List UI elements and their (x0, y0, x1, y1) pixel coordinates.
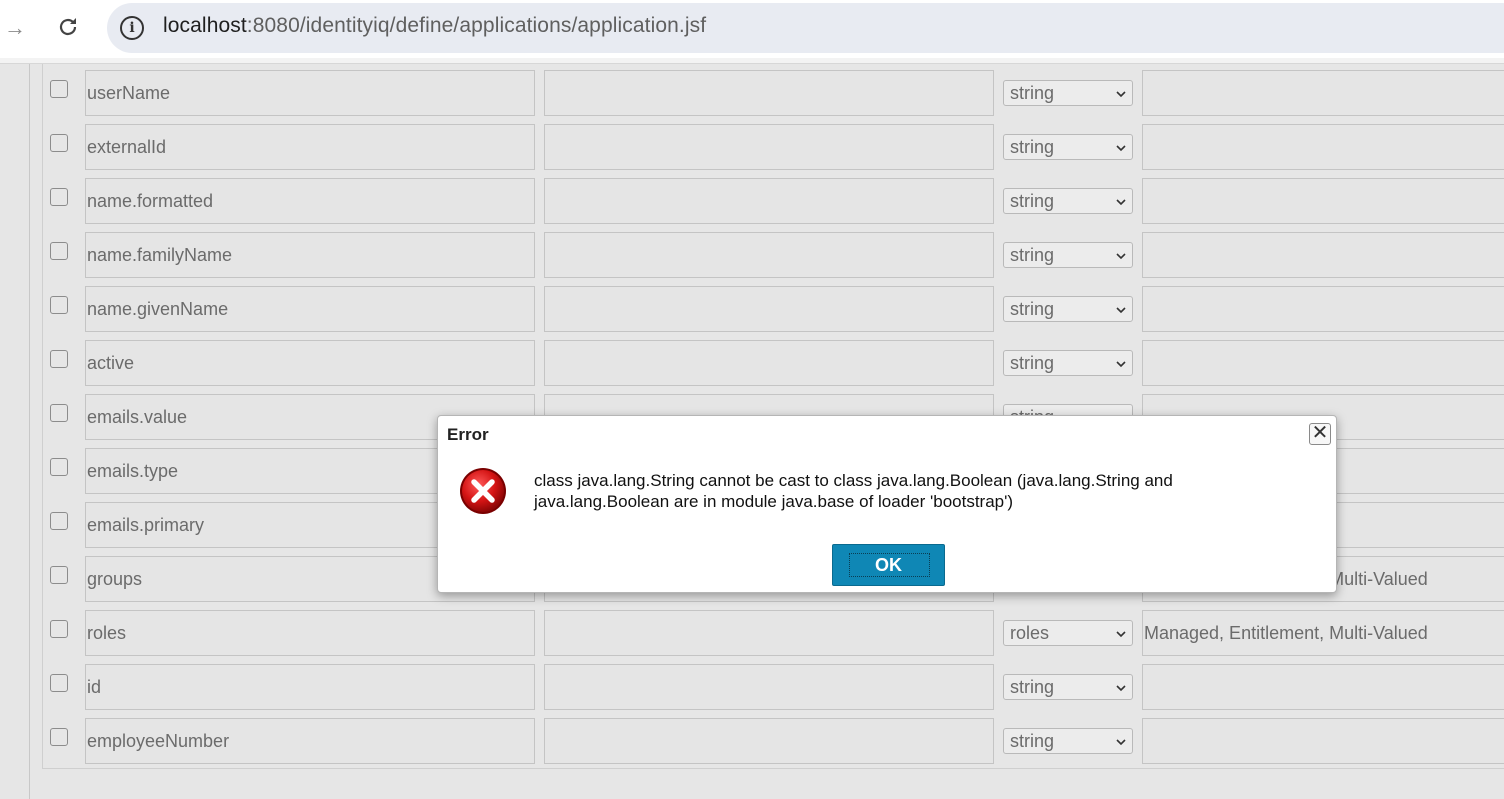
attribute-properties-field[interactable]: Managed, Entitlement, Multi-Valued (1142, 610, 1504, 656)
reload-icon[interactable] (56, 15, 80, 41)
attribute-properties-field[interactable] (1142, 124, 1504, 170)
error-icon (459, 467, 507, 515)
attribute-type-value: string (1010, 191, 1055, 211)
attribute-type-select[interactable]: string (1003, 350, 1133, 376)
attribute-type-select[interactable]: string (1003, 242, 1133, 268)
attribute-type-select[interactable]: string (1003, 674, 1133, 700)
url-path: :8080/identityiq/define/applications/app… (246, 14, 707, 37)
attribute-type-select[interactable]: string (1003, 728, 1133, 754)
ok-button[interactable]: OK (832, 544, 945, 586)
chevron-down-icon (1116, 91, 1126, 98)
chevron-down-icon (1116, 685, 1126, 692)
attribute-name-field[interactable]: name.familyName (85, 232, 535, 278)
table-row: userName string (0, 64, 1504, 118)
chevron-down-icon (1116, 361, 1126, 368)
attribute-description-field[interactable] (544, 340, 994, 386)
attribute-type-value: string (1010, 299, 1055, 319)
attribute-type-value: roles (1010, 623, 1050, 643)
table-row: externalId string (0, 118, 1504, 172)
row-checkbox[interactable] (50, 134, 68, 152)
attribute-type-select[interactable]: string (1003, 296, 1133, 322)
attribute-description-field[interactable] (544, 718, 994, 764)
error-dialog: Error ✕ class java.lang.String cannot be… (437, 415, 1337, 593)
close-icon[interactable]: ✕ (1309, 423, 1331, 445)
table-row: roles roles Managed, Entitlement, Multi-Va… (0, 604, 1504, 658)
row-checkbox[interactable] (50, 404, 68, 422)
attribute-name-field[interactable]: roles (85, 610, 535, 656)
attribute-properties-field[interactable] (1142, 70, 1504, 116)
attribute-type-value: string (1010, 353, 1055, 373)
attribute-properties-field[interactable] (1142, 232, 1504, 278)
row-checkbox[interactable] (50, 242, 68, 260)
attribute-type-select[interactable]: string (1003, 188, 1133, 214)
chevron-down-icon (1116, 307, 1126, 314)
row-checkbox[interactable] (50, 674, 68, 692)
row-checkbox[interactable] (50, 566, 68, 584)
row-checkbox[interactable] (50, 728, 68, 746)
attribute-description-field[interactable] (544, 610, 994, 656)
dialog-message-line: java.lang.Boolean are in module java.bas… (534, 492, 1014, 511)
attribute-name-field[interactable]: name.formatted (85, 178, 535, 224)
url-text[interactable]: localhost:8080/identityiq/define/applica… (163, 14, 706, 38)
browser-toolbar: → i localhost:8080/identityiq/define/app… (0, 0, 1504, 58)
dialog-title: Error (447, 425, 489, 444)
attribute-properties-field[interactable] (1142, 664, 1504, 710)
row-checkbox[interactable] (50, 458, 68, 476)
chevron-down-icon (1116, 145, 1126, 152)
row-checkbox[interactable] (50, 350, 68, 368)
row-checkbox[interactable] (50, 512, 68, 530)
attribute-type-select[interactable]: roles (1003, 620, 1133, 646)
attribute-name-field[interactable]: name.givenName (85, 286, 535, 332)
arrow-forward-icon[interactable]: → (4, 16, 26, 40)
chevron-down-icon (1116, 253, 1126, 260)
attribute-type-select[interactable]: string (1003, 134, 1133, 160)
attribute-properties-field[interactable] (1142, 178, 1504, 224)
attribute-name-field[interactable]: active (85, 340, 535, 386)
attribute-properties-field[interactable] (1142, 286, 1504, 332)
attribute-description-field[interactable] (544, 178, 994, 224)
table-row: name.familyName string (0, 226, 1504, 280)
table-row: name.formatted string (0, 172, 1504, 226)
attribute-description-field[interactable] (544, 124, 994, 170)
attribute-type-value: string (1010, 83, 1055, 103)
attribute-description-field[interactable] (544, 286, 994, 332)
attribute-type-value: string (1010, 137, 1055, 157)
attribute-name-field[interactable]: externalId (85, 124, 535, 170)
attribute-description-field[interactable] (544, 70, 994, 116)
info-icon[interactable]: i (120, 16, 144, 40)
row-checkbox[interactable] (50, 80, 68, 98)
table-row: id string (0, 658, 1504, 712)
attribute-description-field[interactable] (544, 232, 994, 278)
attribute-properties-field[interactable] (1142, 718, 1504, 764)
attribute-name-field[interactable]: userName (85, 70, 535, 116)
attribute-type-select[interactable]: string (1003, 80, 1133, 106)
ok-button-label: OK (875, 555, 902, 575)
dialog-message: class java.lang.String cannot be cast to… (534, 470, 1254, 512)
dialog-message-line: class java.lang.String cannot be cast to… (534, 471, 1173, 490)
attribute-description-field[interactable] (544, 664, 994, 710)
chevron-down-icon (1116, 199, 1126, 206)
attribute-type-value: string (1010, 245, 1055, 265)
attribute-type-value: string (1010, 731, 1055, 751)
row-checkbox[interactable] (50, 188, 68, 206)
attribute-name-field[interactable]: employeeNumber (85, 718, 535, 764)
table-row: name.givenName string (0, 280, 1504, 334)
attribute-properties-field[interactable] (1142, 340, 1504, 386)
attribute-type-value: string (1010, 677, 1055, 697)
chevron-down-icon (1116, 631, 1126, 638)
attribute-name-field[interactable]: id (85, 664, 535, 710)
row-checkbox[interactable] (50, 296, 68, 314)
chevron-down-icon (1116, 739, 1126, 746)
table-row: active string (0, 334, 1504, 388)
row-checkbox[interactable] (50, 620, 68, 638)
url-host: localhost (163, 14, 247, 37)
table-row: employeeNumber string (0, 712, 1504, 766)
